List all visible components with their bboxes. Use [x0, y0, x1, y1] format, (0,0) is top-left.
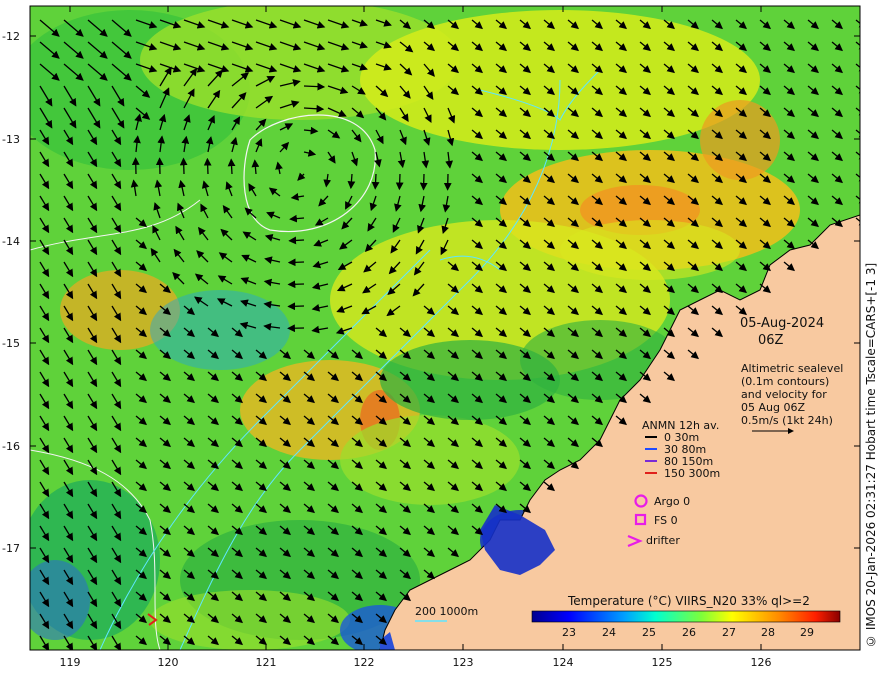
- lat-tick-label: -14: [2, 235, 20, 248]
- colorbar-gradient: [531, 610, 841, 623]
- lon-tick-label: 123: [453, 656, 474, 669]
- altimetry-line: 05 Aug 06Z: [741, 401, 805, 414]
- lon-tick-label: 122: [354, 656, 375, 669]
- lat-tick-label: -16: [2, 440, 20, 453]
- bathy-label: 200 1000m: [415, 605, 478, 618]
- lat-tick-label: -17: [2, 542, 20, 555]
- fs-label: FS 0: [654, 514, 678, 527]
- lon-tick-label: 121: [256, 656, 277, 669]
- lon-tick-label: 119: [60, 656, 81, 669]
- velocity-arrow: [303, 82, 326, 91]
- map-date: 05-Aug-2024: [740, 316, 824, 331]
- lat-tick-label: -13: [2, 133, 20, 146]
- velocity-arrow: [227, 158, 236, 175]
- velocity-arrow: [371, 173, 380, 190]
- velocity-arrow: [287, 302, 305, 311]
- altimetry-line: (0.1m contours): [741, 375, 829, 388]
- velocity-arrow: [419, 173, 428, 191]
- velocity-arrow: [287, 258, 305, 267]
- velocity-arrow: [288, 236, 305, 245]
- colorbar-tick: 29: [800, 626, 814, 639]
- credit-text: © IMOS 20-Jan-2026 02:31:27 Hobart time …: [864, 262, 878, 648]
- drifter-label: drifter: [646, 534, 680, 547]
- velocity-arrow: [395, 173, 404, 191]
- colorbar-title: Temperature (°C) VIIRS_N20 33% ql>=2: [567, 594, 810, 608]
- altimetry-line: Altimetric sealevel: [741, 362, 843, 375]
- lon-tick-label: 120: [158, 656, 179, 669]
- colorbar-tick: 24: [602, 626, 616, 639]
- colorbar-tick: 25: [642, 626, 656, 639]
- map-time: 06Z: [758, 333, 784, 348]
- colorbar-tick: 27: [722, 626, 736, 639]
- argo-label: Argo 0: [654, 495, 690, 508]
- anmn-label: 150 300m: [664, 467, 720, 480]
- colorbar-tick: 28: [761, 626, 775, 639]
- altimetry-line: 0.5m/s (1kt 24h): [741, 414, 833, 427]
- colorbar-tick: 26: [682, 626, 696, 639]
- lon-tick-label: 124: [553, 656, 574, 669]
- velocity-arrow: [287, 280, 305, 289]
- lon-tick-label: 125: [652, 656, 673, 669]
- lat-tick-label: -15: [2, 337, 20, 350]
- velocity-arrow: [203, 157, 212, 175]
- colorbar-tick: 23: [562, 626, 576, 639]
- lat-tick-label: -12: [2, 30, 20, 43]
- sst-map: -12 -13 -14 -15 -16 -17 119 120 121 122 …: [2, 5, 861, 669]
- altimetry-line: and velocity for: [741, 388, 827, 401]
- velocity-arrow: [179, 157, 188, 175]
- lon-tick-label: 126: [751, 656, 772, 669]
